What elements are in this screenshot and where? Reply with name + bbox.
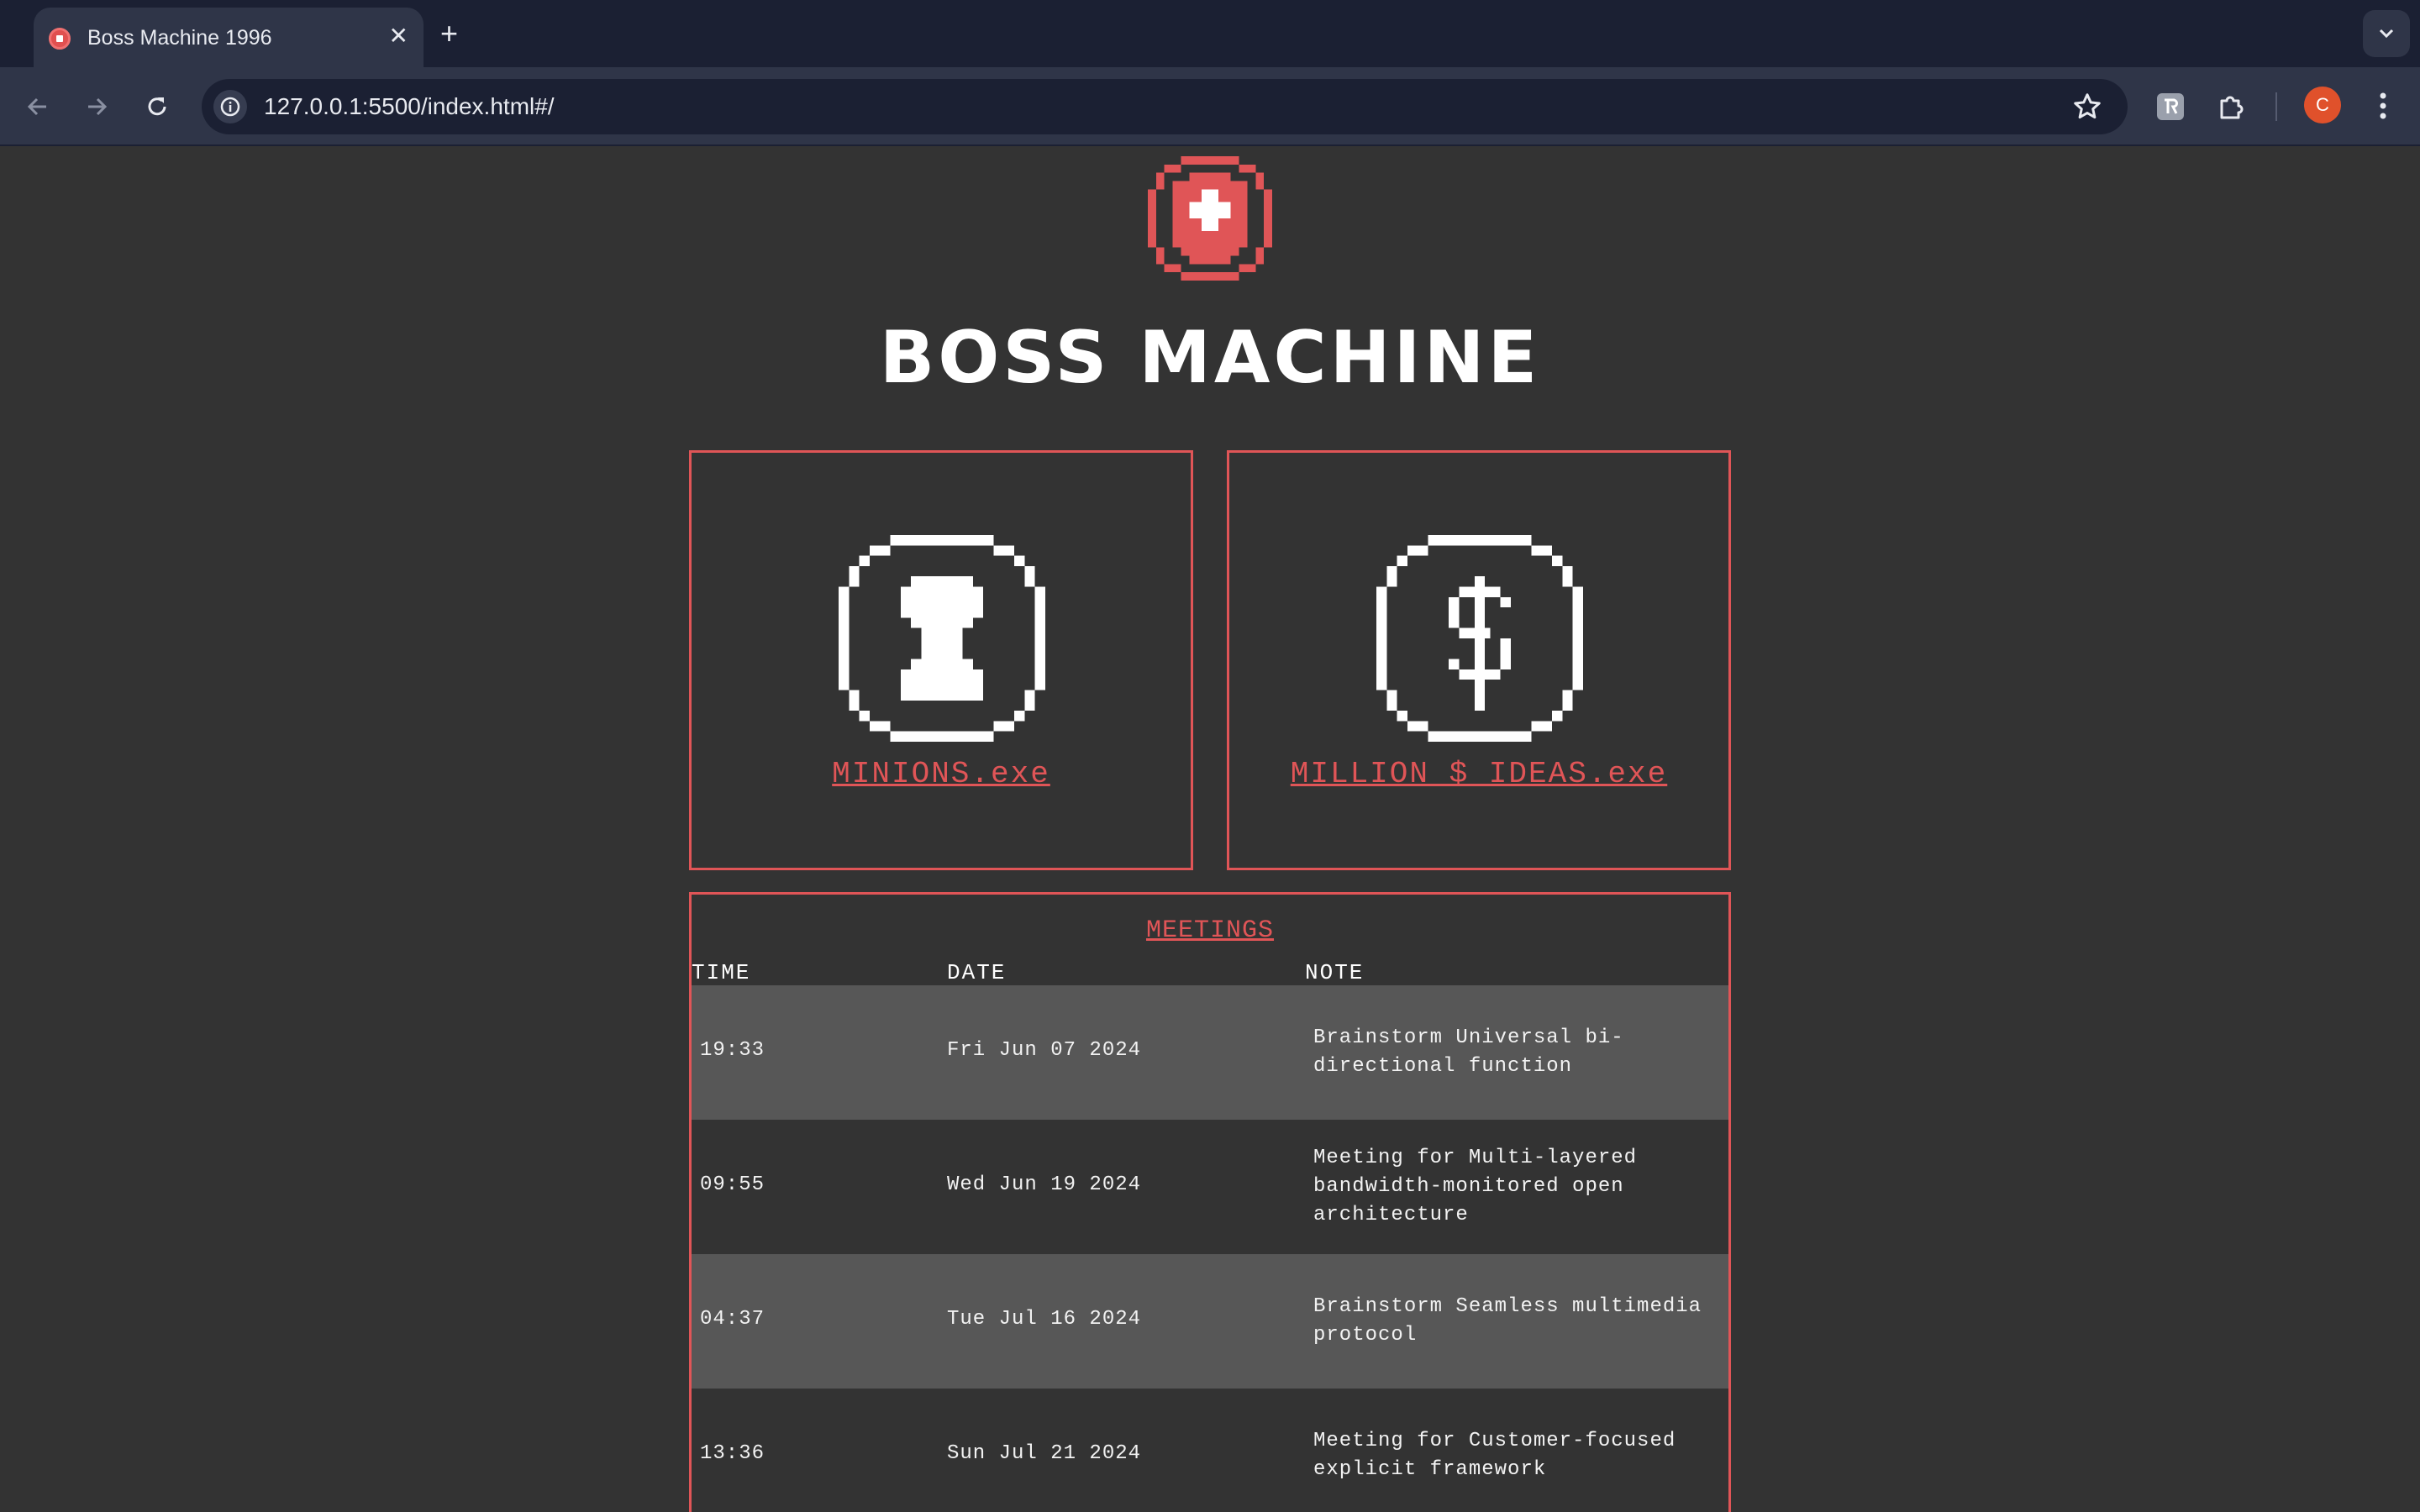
- meeting-note: Meeting for Multi-layered bandwidth-moni…: [1313, 1147, 1638, 1226]
- meetings-table-body: 19:33 Fri Jun 07 2024 Brainstorm Univers…: [692, 985, 1728, 1512]
- back-button[interactable]: [17, 86, 59, 128]
- meeting-note: Meeting for Customer-focused explicit fr…: [1313, 1430, 1676, 1481]
- more-vertical-icon: [2380, 92, 2386, 119]
- table-row: 13:36 Sun Jul 21 2024 Meeting for Custom…: [692, 1389, 1728, 1512]
- browser-toolbar: 127.0.0.1:5500/index.html#/ C: [0, 67, 2420, 146]
- meeting-date: Wed Jun 19 2024: [947, 1173, 1142, 1196]
- page-content: BOSS MACHINE MINIONS.exe MILLION $ IDEAS…: [0, 148, 2420, 1512]
- minions-link[interactable]: MINIONS.exe: [692, 757, 1191, 791]
- meeting-date: Tue Jul 16 2024: [947, 1308, 1142, 1331]
- puzzle-icon: [2220, 96, 2244, 119]
- chevron-down-icon: [2379, 29, 2394, 39]
- ideas-card[interactable]: MILLION $ IDEAS.exe: [1227, 450, 1731, 870]
- column-header-date: DATE: [947, 960, 1007, 985]
- profile-avatar[interactable]: C: [2304, 87, 2341, 123]
- column-header-time: TIME: [692, 960, 751, 985]
- minions-card[interactable]: MINIONS.exe: [689, 450, 1193, 870]
- tab-title: Boss Machine 1996: [87, 26, 272, 50]
- ideas-link[interactable]: MILLION $ IDEAS.exe: [1229, 757, 1728, 791]
- app-title: BOSS MACHINE: [879, 316, 1541, 400]
- table-row: 19:33 Fri Jun 07 2024 Brainstorm Univers…: [692, 985, 1728, 1120]
- url-text: 127.0.0.1:5500/index.html#/: [264, 93, 555, 119]
- meeting-time: 13:36: [700, 1442, 765, 1465]
- site-info-icon[interactable]: [213, 90, 247, 123]
- meetings-panel: MEETINGS TIME DATE NOTE 19:33 Fri Jun 07…: [689, 892, 1731, 1512]
- arrow-right-icon: [88, 97, 108, 116]
- toolbar-separator: [2275, 92, 2277, 121]
- tab-favicon-icon: [49, 28, 71, 50]
- browser-tab-bar: Boss Machine 1996 ✕ +: [0, 0, 2420, 67]
- arrow-left-icon: [27, 97, 46, 116]
- tab-close-icon[interactable]: ✕: [389, 21, 408, 51]
- extensions-menu-button[interactable]: [2210, 86, 2252, 128]
- browser-tab[interactable]: Boss Machine 1996 ✕: [34, 8, 424, 67]
- meetings-link[interactable]: MEETINGS: [692, 916, 1728, 945]
- reload-icon: [148, 97, 166, 116]
- meeting-time: 09:55: [700, 1173, 765, 1196]
- meeting-date: Sun Jul 21 2024: [947, 1442, 1142, 1465]
- dollar-coin-icon: [1376, 535, 1583, 742]
- extension-button[interactable]: [2149, 86, 2191, 128]
- table-row: 04:37 Tue Jul 16 2024 Brainstorm Seamles…: [692, 1254, 1728, 1389]
- meeting-time: 04:37: [700, 1308, 765, 1331]
- meeting-time: 19:33: [700, 1039, 765, 1062]
- new-tab-icon[interactable]: +: [440, 15, 458, 52]
- browser-menu-button[interactable]: [2366, 87, 2400, 124]
- address-bar[interactable]: 127.0.0.1:5500/index.html#/: [202, 79, 2128, 134]
- meeting-note: Brainstorm Seamless multimedia protocol: [1313, 1295, 1702, 1347]
- bookmark-star-icon[interactable]: [2072, 92, 2102, 122]
- tab-search-button[interactable]: [2363, 10, 2410, 57]
- info-icon: [220, 97, 240, 117]
- extension-app-icon: [2157, 93, 2184, 120]
- table-row: 09:55 Wed Jun 19 2024 Meeting for Multi-…: [692, 1120, 1728, 1254]
- meeting-date: Fri Jun 07 2024: [947, 1039, 1142, 1062]
- column-header-note: NOTE: [1305, 960, 1365, 985]
- minion-icon: [839, 535, 1045, 742]
- forward-button[interactable]: [76, 86, 118, 128]
- reload-button[interactable]: [136, 86, 178, 128]
- meeting-note: Brainstorm Universal bi-directional func…: [1313, 1026, 1624, 1078]
- boss-machine-logo-icon: [1148, 156, 1272, 281]
